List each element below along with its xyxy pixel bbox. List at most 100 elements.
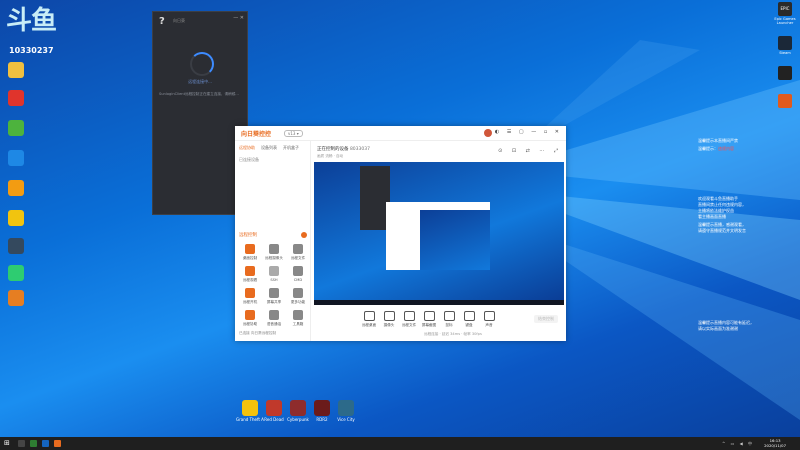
window-close-icon[interactable]: — ✕ xyxy=(233,15,244,21)
host-label: 正在控制的设备 xyxy=(317,147,349,152)
steam-icon xyxy=(778,36,792,50)
desktop-steam[interactable]: Steam xyxy=(770,36,800,64)
note-text: 看主播画面直播 xyxy=(698,214,726,219)
app-3-icon xyxy=(778,66,792,80)
game-vice-icon xyxy=(338,400,354,416)
desktop-icon-4[interactable] xyxy=(2,150,30,182)
game-vice[interactable]: Vice City xyxy=(332,400,360,432)
desktop-icon-3[interactable] xyxy=(2,120,30,152)
control-label: 键盘 xyxy=(465,323,473,327)
note-text: 请以实际画面为准谢谢 xyxy=(698,326,738,331)
game-cp-icon xyxy=(290,400,306,416)
sunlogin-window[interactable]: 向日葵控控 v13 ▾ ◐ ☰ ▢ — ▫ ✕ 远程协助 设备列表 开机盒子 已… xyxy=(235,126,566,341)
note-text: 温馨提示直播内容可能有延迟， xyxy=(698,320,754,325)
control-button[interactable]: 鼠标 xyxy=(438,309,460,331)
remote-desktop-label: 桌面控制 xyxy=(242,256,258,260)
remote-file-button[interactable]: 远程文件 xyxy=(287,243,309,267)
note-text: 主播将依法维护权益 xyxy=(698,208,734,213)
desktop-icon-9[interactable] xyxy=(2,290,30,322)
control-button[interactable]: 远程文件 xyxy=(398,309,420,331)
search-icon[interactable] xyxy=(18,440,25,447)
remote-help-icon xyxy=(245,310,255,320)
nested-app-window xyxy=(386,202,490,270)
app-logo: 向日葵控控 xyxy=(241,131,272,138)
remote-file-icon xyxy=(293,244,303,254)
note-line: 欢迎观看斗鱼直播助手 xyxy=(698,196,738,202)
remote-cctv-button[interactable]: CMD xyxy=(287,265,309,289)
control-button[interactable]: 摄像头 xyxy=(378,309,400,331)
desktop-icon-5[interactable] xyxy=(2,180,30,212)
control-icon xyxy=(443,311,455,321)
control-button[interactable]: 屏幕截图 xyxy=(418,309,440,331)
game-vice-label: Vice City xyxy=(337,417,355,422)
version-badge[interactable]: v13 ▾ xyxy=(284,130,303,137)
epic-games-icon: EPIC xyxy=(778,2,792,16)
remote-cmd-icon xyxy=(245,266,255,276)
browser-icon[interactable] xyxy=(30,440,37,447)
game-rockstar-icon xyxy=(242,400,258,416)
control-button[interactable]: 键盘 xyxy=(458,309,480,331)
connected-devices: 已连接设备 xyxy=(239,157,259,162)
view-controls[interactable]: ⊙ ⊡ ⇄ ⋯ ⤢ xyxy=(498,148,562,154)
remote-share-button[interactable]: 屏幕共享 xyxy=(263,287,285,311)
icon-2-icon xyxy=(8,90,24,106)
tab-boot-box[interactable]: 开机盒子 xyxy=(283,145,299,151)
douyu-watermark: 斗鱼 10330237 xyxy=(6,6,58,56)
desktop-app-4[interactable] xyxy=(770,94,800,122)
remote-screen[interactable] xyxy=(314,162,564,305)
clock[interactable]: 16:13 2020/11/07 xyxy=(764,438,786,448)
desktop-icon-2[interactable] xyxy=(2,90,30,122)
remote-cmd-button[interactable]: 远程观看 xyxy=(239,265,261,289)
tab-device-list[interactable]: 设备列表 xyxy=(261,145,277,151)
remote-mic-button[interactable]: 语音通话 xyxy=(263,309,285,333)
epic-games-label: Epic Games Launcher xyxy=(774,17,796,25)
loading-window[interactable]: ? 向日葵 — ✕ 远程连接中... SunloginClient远程控制正在建… xyxy=(152,11,248,215)
remote-more-button[interactable]: 更多功能 xyxy=(287,287,309,311)
note-line: 温馨提示直播，感谢观看， xyxy=(698,222,746,228)
window-controls[interactable]: ◐ ☰ ▢ — ▫ ✕ xyxy=(495,129,562,135)
remote-help-button[interactable]: 远程协助 xyxy=(239,309,261,333)
remote-mic-label: 语音通话 xyxy=(266,322,282,326)
start-icon[interactable]: ⊞ xyxy=(4,440,11,447)
loading-status: 远程连接中... xyxy=(188,79,212,84)
help-icon[interactable]: ? xyxy=(159,16,165,27)
avatar[interactable] xyxy=(484,129,492,137)
remote-view: 正在控制的设备 8033037 画质 流畅 · 自动 ⊙ ⊡ ⇄ ⋯ ⤢ 结束控… xyxy=(314,141,566,341)
remote-boot-button[interactable]: 远程开机 xyxy=(239,287,261,311)
quality-info[interactable]: 画质 流畅 · 自动 xyxy=(317,154,343,159)
control-toolbar: 结束控制 远程桌面 摄像头 远程文件 屏幕截图 鼠标 键盘 声音 xyxy=(314,309,564,333)
control-button[interactable]: 远程桌面 xyxy=(358,309,380,331)
icon-4-icon xyxy=(8,150,24,166)
loading-window-title: 向日葵 xyxy=(173,18,185,23)
control-button[interactable]: 声音 xyxy=(478,309,500,331)
loading-text: SunloginClient远程控制正在建立连接，请稍候... xyxy=(159,92,239,96)
explorer-icon[interactable] xyxy=(42,440,49,447)
remote-cctv-label: CMD xyxy=(293,278,303,282)
remote-ssh-icon xyxy=(269,266,279,276)
remote-share-label: 屏幕共享 xyxy=(266,300,282,304)
remote-desktop-button[interactable]: 桌面控制 xyxy=(239,243,261,267)
douyu-logo-text: 斗鱼 xyxy=(6,6,57,36)
note-line: 请遵守直播规范并文明发言 xyxy=(698,228,746,234)
remote-camera-icon xyxy=(269,244,279,254)
host-info: 正在控制的设备 8033037 xyxy=(317,146,370,152)
sunlogin-taskbar-icon[interactable] xyxy=(54,440,61,447)
control-label: 屏幕截图 xyxy=(421,323,437,327)
remote-tools-button[interactable]: 工具箱 xyxy=(287,309,309,333)
tab-remote-assist[interactable]: 远程协助 xyxy=(239,145,255,151)
icon-9-icon xyxy=(8,290,24,306)
remote-ssh-button[interactable]: SSH xyxy=(263,265,285,289)
note-highlight: 违规内容 xyxy=(718,146,734,151)
note-line: 主播将依法维护权益 xyxy=(698,208,734,214)
desktop-epic-games[interactable]: EPIC Epic Games Launcher xyxy=(770,2,800,30)
control-icon xyxy=(363,311,375,321)
toggle-icon[interactable] xyxy=(301,232,307,238)
app-4-icon xyxy=(778,94,792,108)
end-control-button[interactable]: 结束控制 xyxy=(534,315,558,323)
remote-camera-button[interactable]: 远程摄像头 xyxy=(263,243,285,267)
remote-share-icon xyxy=(269,288,279,298)
system-tray[interactable]: ^ ▭ ◀ 中 xyxy=(722,441,754,447)
control-label: 摄像头 xyxy=(383,323,395,327)
note-line: 直播间禁止任何违规内容， xyxy=(698,202,746,208)
desktop-app-3[interactable] xyxy=(770,66,800,94)
